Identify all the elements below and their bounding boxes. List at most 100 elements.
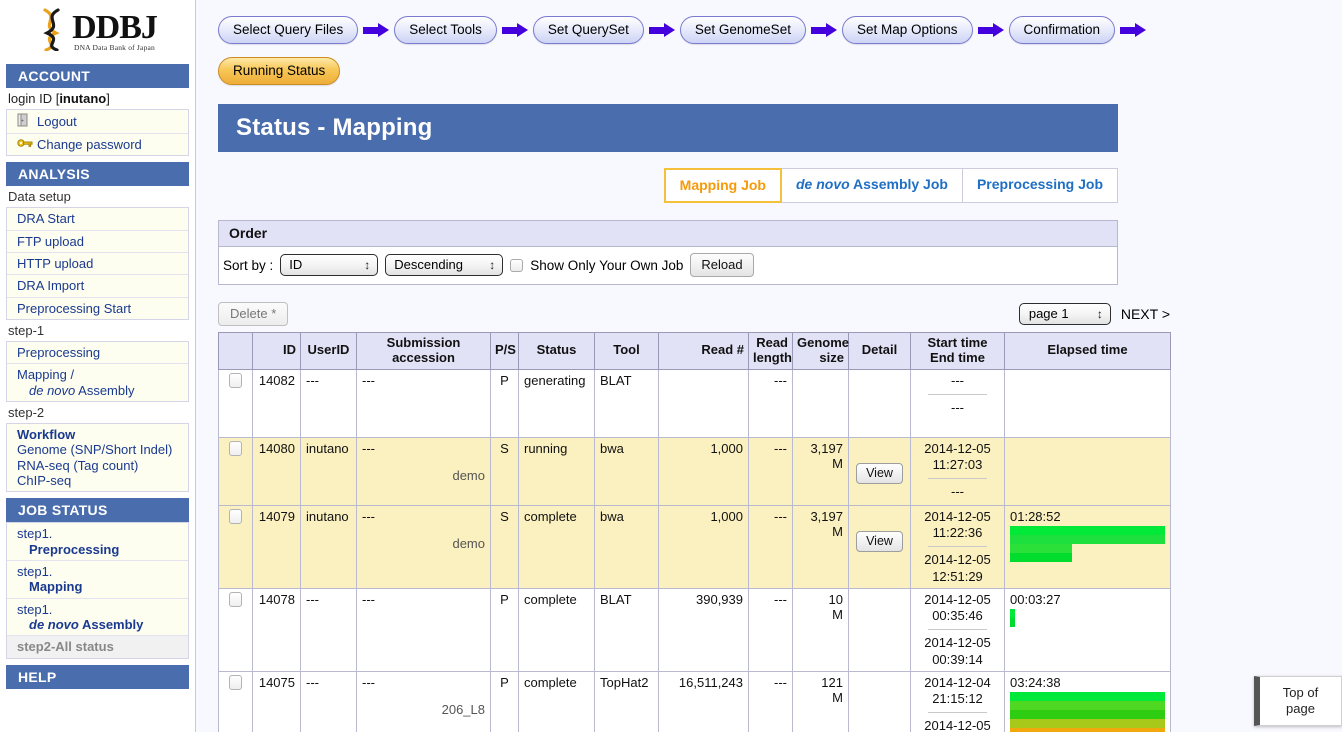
elapsed-bar bbox=[1010, 544, 1072, 553]
elapsed-bar-group bbox=[1010, 692, 1165, 732]
col-id[interactable]: ID bbox=[253, 333, 301, 370]
sidebar-item-ftp-upload[interactable]: FTP upload bbox=[7, 231, 188, 253]
own-job-checkbox[interactable] bbox=[510, 259, 523, 272]
jobs-table-head: ID UserID Submission accession P/S Statu… bbox=[219, 333, 1171, 370]
sort-field-select[interactable]: ID bbox=[280, 254, 378, 276]
sidebar-item-change-password[interactable]: Change password bbox=[7, 134, 188, 155]
status-denovo-label: step1. de novo Assembly bbox=[17, 602, 143, 633]
time-divider bbox=[928, 478, 987, 479]
time-divider bbox=[928, 394, 987, 395]
view-button[interactable]: View bbox=[856, 463, 903, 484]
view-button[interactable]: View bbox=[856, 531, 903, 552]
sidebar-heading-job-status: JOB STATUS bbox=[6, 498, 189, 522]
status-mapping-label: step1. Mapping bbox=[17, 564, 82, 595]
cell-tool: BLAT bbox=[595, 588, 659, 671]
jobs-table-header-row: ID UserID Submission accession P/S Statu… bbox=[219, 333, 1171, 370]
sort-direction-select[interactable]: Descending bbox=[385, 254, 503, 276]
sidebar-item-preprocessing-start[interactable]: Preprocessing Start bbox=[7, 298, 188, 319]
tab-mapping-job[interactable]: Mapping Job bbox=[664, 168, 782, 203]
end-time: 2014-12-0512:51:29 bbox=[916, 552, 999, 585]
job-type-tabs: Mapping Job de novo Assembly Job Preproc… bbox=[218, 168, 1118, 203]
col-status[interactable]: Status bbox=[519, 333, 595, 370]
reload-button[interactable]: Reload bbox=[690, 253, 753, 277]
sidebar-item-dra-import[interactable]: DRA Import bbox=[7, 275, 188, 297]
col-submission-accession[interactable]: Submission accession bbox=[357, 333, 491, 370]
sidebar-item-http-upload[interactable]: HTTP upload bbox=[7, 253, 188, 275]
delete-button[interactable]: Delete * bbox=[218, 302, 288, 326]
start-time: 2014-12-0421:15:12 bbox=[916, 675, 999, 708]
step2-links: Workflow Genome (SNP/Short Indel) RNA-se… bbox=[6, 423, 189, 492]
page-title: Status - Mapping bbox=[236, 114, 433, 142]
status-all-text: step2-All status bbox=[17, 639, 114, 654]
cell-id: 14078 bbox=[253, 588, 301, 671]
cell-times: 2014-12-0421:15:12 2014-12-0500:39:50 bbox=[911, 671, 1005, 732]
col-tool[interactable]: Tool bbox=[595, 333, 659, 370]
sidebar-item-status-denovo[interactable]: step1. de novo Assembly bbox=[7, 599, 188, 637]
status-preprocessing-bottom: Preprocessing bbox=[29, 542, 119, 557]
sidebar-item-preprocessing[interactable]: Preprocessing bbox=[7, 342, 188, 364]
step-set-queryset[interactable]: Set QuerySet bbox=[533, 16, 644, 44]
workflow-link-chipseq[interactable]: ChIP-seq bbox=[17, 473, 172, 488]
cell-read-length: --- bbox=[749, 671, 793, 732]
end-time: 2014-12-0500:39:50 bbox=[916, 718, 999, 732]
accession-sub: 206_L8 bbox=[362, 690, 485, 717]
row-checkbox[interactable] bbox=[229, 592, 242, 607]
status-denovo-italic: de novo bbox=[29, 617, 79, 632]
cell-read-length: --- bbox=[749, 437, 793, 505]
step-select-tools[interactable]: Select Tools bbox=[394, 16, 497, 44]
col-genome-size[interactable]: Genome size bbox=[793, 333, 849, 370]
sidebar-item-workflow[interactable]: Workflow Genome (SNP/Short Indel) RNA-se… bbox=[7, 424, 188, 491]
cell-tool: bwa bbox=[595, 437, 659, 505]
row-select-cell bbox=[219, 671, 253, 732]
row-checkbox[interactable] bbox=[229, 373, 242, 388]
top-of-page-button[interactable]: Top of page bbox=[1254, 676, 1342, 726]
elapsed-bar bbox=[1010, 618, 1015, 627]
cell-ps: S bbox=[491, 437, 519, 505]
tab-denovo-italic: de novo bbox=[796, 176, 850, 192]
login-id-value: inutano bbox=[59, 91, 106, 106]
start-time: --- bbox=[916, 373, 999, 389]
time-divider bbox=[928, 546, 987, 547]
sidebar: DDBJ DNA Data Bank of Japan ACCOUNT logi… bbox=[0, 0, 196, 732]
step-select-query-files[interactable]: Select Query Files bbox=[218, 16, 358, 44]
row-checkbox[interactable] bbox=[229, 675, 242, 690]
row-checkbox[interactable] bbox=[229, 509, 242, 524]
cell-userid: --- bbox=[301, 588, 357, 671]
cell-read-length: --- bbox=[749, 505, 793, 588]
accession-sub: demo bbox=[362, 524, 485, 551]
cell-userid: inutano bbox=[301, 437, 357, 505]
next-page-link[interactable]: NEXT > bbox=[1121, 306, 1170, 322]
step-running-status[interactable]: Running Status bbox=[218, 57, 340, 85]
col-read-length[interactable]: Read length bbox=[749, 333, 793, 370]
cell-genome-size bbox=[793, 369, 849, 437]
row-checkbox[interactable] bbox=[229, 441, 242, 456]
mapping-line1: Mapping / bbox=[17, 367, 74, 382]
elapsed-bar bbox=[1010, 701, 1165, 710]
elapsed-bar-group bbox=[1010, 609, 1165, 627]
top-of-page-line1: Top of bbox=[1283, 685, 1318, 700]
step-set-map-options[interactable]: Set Map Options bbox=[842, 16, 973, 44]
col-read-count[interactable]: Read # bbox=[659, 333, 749, 370]
tab-denovo-assembly-job[interactable]: de novo Assembly Job bbox=[781, 168, 963, 203]
tab-preprocessing-job[interactable]: Preprocessing Job bbox=[962, 168, 1118, 203]
workflow-link-genome[interactable]: Genome (SNP/Short Indel) bbox=[17, 442, 172, 457]
sidebar-item-logout[interactable]: Logout bbox=[7, 110, 188, 134]
sidebar-item-dra-start[interactable]: DRA Start bbox=[7, 208, 188, 230]
elapsed-label: 03:24:38 bbox=[1010, 675, 1165, 691]
sidebar-item-mapping-assembly[interactable]: Mapping / de novo Assembly bbox=[7, 364, 188, 401]
col-elapsed-time[interactable]: Elapsed time bbox=[1005, 333, 1171, 370]
cell-id: 14082 bbox=[253, 369, 301, 437]
col-start-end-time[interactable]: Start time End time bbox=[911, 333, 1005, 370]
sidebar-item-status-mapping[interactable]: step1. Mapping bbox=[7, 561, 188, 599]
page-select[interactable]: page 1 bbox=[1019, 303, 1111, 325]
mapping-line2: de novo Assembly bbox=[17, 383, 135, 398]
sidebar-item-status-all[interactable]: step2-All status bbox=[7, 636, 188, 657]
col-userid[interactable]: UserID bbox=[301, 333, 357, 370]
sidebar-heading-help: HELP bbox=[6, 665, 189, 689]
jobs-table: ID UserID Submission accession P/S Statu… bbox=[218, 332, 1171, 732]
sidebar-item-status-preprocessing[interactable]: step1. Preprocessing bbox=[7, 523, 188, 561]
step-set-genomeset[interactable]: Set GenomeSet bbox=[680, 16, 806, 44]
workflow-link-rnaseq[interactable]: RNA-seq (Tag count) bbox=[17, 458, 172, 473]
step-confirmation[interactable]: Confirmation bbox=[1009, 16, 1116, 44]
col-ps[interactable]: P/S bbox=[491, 333, 519, 370]
